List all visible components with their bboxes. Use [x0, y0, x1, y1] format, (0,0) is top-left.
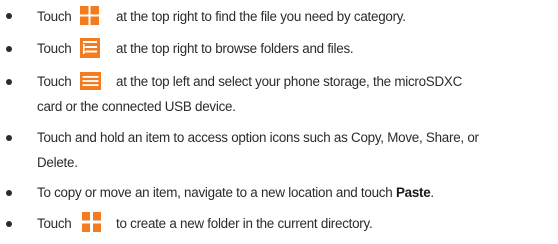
- item-text-before: Touch: [37, 41, 72, 56]
- item-text-before: Touch: [37, 216, 72, 231]
- item-text-line1: Touch and hold an item to access option …: [37, 130, 479, 145]
- grid-category-icon: [80, 6, 99, 25]
- add-folder-icon: [82, 212, 101, 232]
- bullet: [6, 13, 12, 19]
- item-text-before: Touch: [37, 74, 72, 89]
- bullet: [6, 135, 12, 141]
- item-text-after: at the top left and select your phone st…: [116, 74, 463, 89]
- bullet: [6, 46, 12, 52]
- paste-label: Paste: [395, 185, 431, 200]
- item-text-before: To copy or move an item, navigate to a n…: [37, 185, 393, 200]
- item-text-continuation: card or the connected USB device.: [37, 99, 236, 114]
- instruction-list: Touch at the top right to find the file …: [0, 0, 558, 244]
- list-view-icon: [80, 38, 100, 58]
- bullet: [6, 79, 12, 85]
- item-text-line2: Delete.: [37, 155, 78, 170]
- bullet: [6, 221, 12, 227]
- item-text-after: at the top right to browse folders and f…: [116, 41, 354, 56]
- item-text-before: Touch: [37, 9, 72, 24]
- item-text-after: to create a new folder in the current di…: [116, 216, 373, 231]
- item-text-after: at the top right to find the file you ne…: [116, 9, 406, 24]
- item-text-paste-line: To copy or move an item, navigate to a n…: [37, 184, 434, 201]
- item-text-after: .: [430, 185, 434, 200]
- bullet: [6, 190, 12, 196]
- menu-icon: [80, 72, 101, 90]
